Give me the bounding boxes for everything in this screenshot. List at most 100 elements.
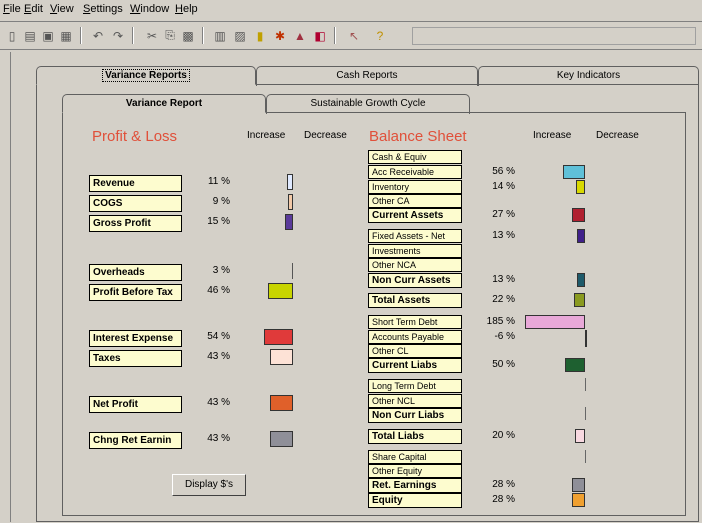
bs-row-percent: 28 %: [492, 479, 515, 490]
tab-key-indicators[interactable]: Key Indicators: [478, 66, 699, 86]
pl-variance-bar: [288, 194, 293, 210]
bs-variance-bar: [577, 273, 585, 287]
bs-variance-bar: [525, 315, 585, 329]
cursor-icon[interactable]: ↖: [344, 26, 364, 45]
bs-row-label: Other Equity: [368, 464, 462, 478]
bs-variance-bar: [575, 429, 585, 443]
bs-row-percent: 28 %: [492, 494, 515, 505]
display-dollars-button[interactable]: Display $'s: [172, 474, 246, 496]
pl-row-label: Interest Expense: [89, 330, 182, 347]
bs-row-label: Long Term Debt: [368, 379, 462, 393]
menu-settings[interactable]: Settings: [83, 3, 123, 15]
help-icon[interactable]: ?: [370, 26, 390, 45]
bs-row-label: Fixed Assets - Net: [368, 229, 462, 243]
balance-sheet-title: Balance Sheet: [369, 128, 467, 145]
bs-variance-bar: [585, 330, 587, 347]
pl-row-percent: 3 %: [212, 265, 230, 276]
bs-row-label: Current Assets: [368, 208, 462, 223]
bs-row-label: Inventory: [368, 180, 462, 194]
paste-icon[interactable]: ▩: [178, 26, 198, 45]
pl-variance-bar: [264, 329, 293, 345]
pl-row-percent: 9 %: [212, 196, 230, 207]
pl-row-percent: 43 %: [207, 351, 230, 362]
bs-row-label: Share Capital: [368, 450, 462, 464]
print-icon[interactable]: ▦: [56, 26, 76, 45]
menu-view[interactable]: View: [50, 3, 74, 15]
bs-row-label: Other NCL: [368, 394, 462, 408]
bs-row-percent: 56 %: [492, 166, 515, 177]
bs-row-label: Other CL: [368, 344, 462, 358]
bs-row-label: Non Curr Assets: [368, 273, 462, 288]
profit-loss-title: Profit & Loss: [92, 128, 178, 145]
bs-row-label: Other CA: [368, 194, 462, 208]
bs-row-label: Equity: [368, 493, 462, 508]
pl-variance-bar: [292, 263, 293, 279]
toolbar-field: [412, 27, 696, 45]
bs-zero-tick: [585, 407, 586, 420]
pl-row-percent: 54 %: [207, 331, 230, 342]
bs-decrease-header: Decrease: [596, 130, 639, 141]
pl-row-label: Revenue: [89, 175, 182, 192]
report-icon[interactable]: ▥: [210, 26, 230, 45]
pl-row-label: Gross Profit: [89, 215, 182, 232]
redo-icon[interactable]: ↷: [108, 26, 128, 45]
pl-row-percent: 11 %: [207, 176, 230, 187]
menu-help[interactable]: Help: [175, 3, 198, 15]
toolbar: ▯ ▤ ▣ ▦ ↶ ↷ ✂ ⎘ ▩ ▥ ▨ ▮ ✱ ▲ ◧ ↖ ?: [0, 22, 702, 50]
save-icon[interactable]: ▣: [38, 26, 58, 45]
tab-cash-reports[interactable]: Cash Reports: [256, 66, 478, 86]
tab-variance-reports[interactable]: Variance Reports: [36, 66, 256, 85]
chart-icon[interactable]: ▨: [230, 26, 250, 45]
bs-row-percent: 13 %: [492, 274, 515, 285]
menu-file[interactable]: File: [3, 3, 21, 15]
triangle-icon[interactable]: ▲: [290, 26, 310, 45]
pl-row-label: Overheads: [89, 264, 182, 281]
pl-row-label: Taxes: [89, 350, 182, 367]
bs-zero-tick: [585, 378, 586, 391]
bs-row-percent: 22 %: [492, 294, 515, 305]
bs-row-percent: 185 %: [486, 316, 515, 327]
open-folder-icon[interactable]: ▤: [20, 26, 40, 45]
bs-variance-bar: [576, 180, 585, 194]
bs-row-percent: 50 %: [492, 359, 515, 370]
bs-row-label: Other NCA: [368, 258, 462, 272]
pl-variance-bar: [270, 431, 293, 447]
bs-row-label: Total Assets: [368, 293, 462, 308]
pl-decrease-header: Decrease: [304, 130, 347, 141]
bs-zero-tick: [585, 450, 586, 463]
bs-variance-bar: [577, 229, 585, 243]
bs-row-label: Acc Receivable: [368, 165, 462, 179]
pl-row-label: Chng Ret Earnin: [89, 432, 182, 449]
tab-variance-report[interactable]: Variance Report: [62, 94, 266, 113]
notebook-icon[interactable]: ▮: [250, 26, 270, 45]
menu-window[interactable]: Window: [130, 3, 169, 15]
bs-row-label: Non Curr Liabs: [368, 408, 462, 423]
bs-row-percent: 20 %: [492, 430, 515, 441]
palette-icon[interactable]: ✱: [270, 26, 290, 45]
pl-row-percent: 43 %: [207, 433, 230, 444]
pl-variance-bar: [287, 174, 293, 190]
cut-icon[interactable]: ✂: [142, 26, 162, 45]
bs-variance-bar: [563, 165, 585, 179]
bs-row-label: Ret. Earnings: [368, 478, 462, 493]
pl-variance-bar: [270, 395, 293, 411]
pl-variance-bar: [270, 349, 293, 365]
window-icon[interactable]: ◧: [310, 26, 330, 45]
pl-row-label: Net Profit: [89, 396, 182, 413]
pl-row-percent: 15 %: [207, 216, 230, 227]
tab-sustainable-growth-cycle[interactable]: Sustainable Growth Cycle: [266, 94, 470, 114]
bs-increase-header: Increase: [533, 130, 572, 141]
bs-row-percent: 14 %: [492, 181, 515, 192]
copy-icon[interactable]: ⎘: [160, 26, 180, 45]
bs-variance-bar: [565, 358, 585, 372]
pl-variance-bar: [285, 214, 293, 230]
new-file-icon[interactable]: ▯: [2, 26, 22, 45]
pl-row-label: Profit Before Tax: [89, 284, 182, 301]
bs-row-percent: 13 %: [492, 230, 515, 241]
undo-icon[interactable]: ↶: [88, 26, 108, 45]
bs-variance-bar: [572, 493, 585, 507]
bs-row-label: Cash & Equiv: [368, 150, 462, 164]
bs-row-label: Investments: [368, 244, 462, 258]
menu-edit[interactable]: Edit: [24, 3, 43, 15]
pl-row-label: COGS: [89, 195, 182, 212]
